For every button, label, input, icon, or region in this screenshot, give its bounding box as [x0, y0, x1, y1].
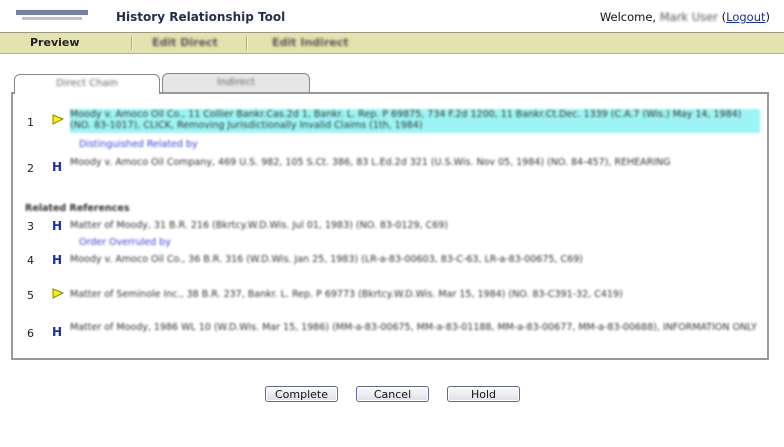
row-number: 4	[27, 254, 34, 267]
history-entry-text[interactable]: Moody v. Amoco Oil Co., 11 Collier Bankr…	[70, 109, 760, 133]
menu-divider	[246, 36, 248, 50]
complete-button[interactable]: Complete	[265, 386, 338, 402]
page-title: History Relationship Tool	[116, 10, 286, 24]
menu-edit-indirect[interactable]: Edit Indirect	[272, 36, 348, 49]
user-name: Mark User	[659, 10, 718, 24]
distinguished-link[interactable]: Distinguished Related by	[79, 139, 198, 150]
menu-preview[interactable]: Preview	[30, 36, 80, 49]
menu-edit-direct[interactable]: Edit Direct	[152, 36, 218, 49]
order-overruled-link[interactable]: Order Overruled by	[79, 237, 171, 248]
history-panel: 1 Moody v. Amoco Oil Co., 11 Collier Ban…	[11, 92, 769, 360]
menu-bar: Preview Edit Direct Edit Indirect	[0, 33, 784, 54]
hold-button[interactable]: Hold	[447, 386, 520, 402]
h-history-icon: H	[52, 325, 63, 339]
cancel-button[interactable]: Cancel	[356, 386, 429, 402]
row-number: 5	[27, 289, 34, 302]
h-history-icon: H	[52, 219, 63, 233]
welcome-area: Welcome, Mark User (Logout)	[599, 10, 770, 24]
history-entry-text[interactable]: Matter of Moody, 31 B.R. 216 (Bkrtcy.W.D…	[70, 220, 760, 231]
company-logo-icon	[16, 10, 88, 20]
h-history-icon: H	[52, 160, 63, 174]
history-entry-text[interactable]: Matter of Seminole Inc., 38 B.R. 237, Ba…	[70, 289, 760, 300]
title-bar: History Relationship Tool Welcome, Mark …	[0, 0, 784, 33]
history-entry-text[interactable]: Moody v. Amoco Oil Company, 469 U.S. 982…	[70, 157, 760, 168]
menu-divider	[131, 36, 133, 50]
history-entry-text[interactable]: Moody v. Amoco Oil Co., 36 B.R. 316 (W.D…	[70, 254, 760, 265]
row-number: 1	[27, 116, 34, 129]
yellow-flag-icon	[52, 288, 64, 299]
row-number: 3	[27, 220, 34, 233]
related-references-label: Related References	[25, 203, 130, 214]
h-history-icon: H	[52, 253, 63, 267]
row-number: 2	[27, 162, 34, 175]
welcome-label: Welcome,	[599, 10, 657, 24]
yellow-flag-icon	[52, 114, 64, 125]
history-entry-text[interactable]: Matter of Moody, 1986 WL 10 (W.D.Wis. Ma…	[70, 322, 760, 333]
row-number: 6	[27, 327, 34, 340]
tab-direct-chain[interactable]: Direct Chain	[14, 74, 160, 94]
tab-indirect[interactable]: Indirect	[162, 73, 310, 93]
logout-link[interactable]: Logout	[726, 10, 765, 24]
